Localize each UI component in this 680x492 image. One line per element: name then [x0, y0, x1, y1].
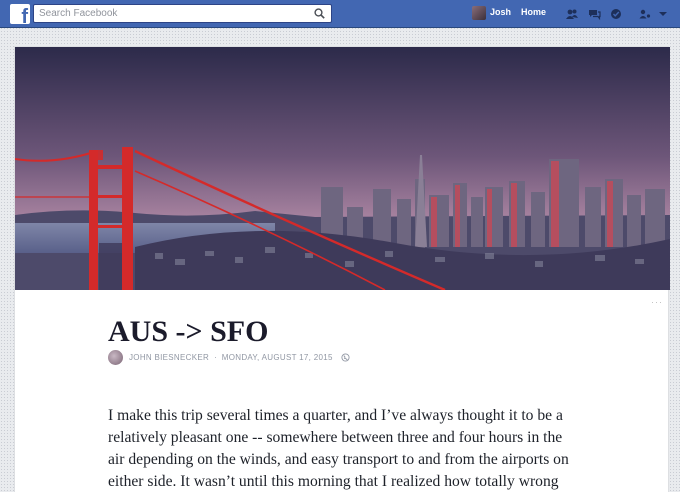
- post-options-button[interactable]: ···: [651, 297, 663, 307]
- profile-link[interactable]: Josh: [490, 7, 511, 17]
- account-menu-icon[interactable]: [656, 7, 670, 21]
- byline-separator: ·: [214, 352, 217, 362]
- home-link[interactable]: Home: [521, 7, 546, 17]
- post-card: ··· AUS -> SFO JOHN BIESNECKER · MONDAY,…: [14, 46, 670, 492]
- search-icon: [313, 8, 325, 19]
- globe-icon[interactable]: [341, 352, 350, 362]
- facebook-logo[interactable]: f: [10, 4, 30, 24]
- user-avatar[interactable]: [472, 6, 486, 20]
- post-date[interactable]: MONDAY, AUGUST 17, 2015: [222, 353, 333, 362]
- friend-requests-icon[interactable]: [565, 7, 579, 21]
- byline: JOHN BIESNECKER · MONDAY, AUGUST 17, 201…: [108, 349, 350, 365]
- search-box: [33, 4, 332, 23]
- post-body: I make this trip several times a quarter…: [108, 407, 569, 490]
- post-title: AUS -> SFO: [108, 315, 269, 348]
- search-button[interactable]: [307, 5, 331, 22]
- top-bar: f Josh Home: [0, 0, 680, 28]
- author-link[interactable]: JOHN BIESNECKER: [129, 353, 209, 362]
- author-avatar[interactable]: [108, 349, 123, 365]
- cover-photo: [15, 47, 670, 290]
- privacy-shortcuts-icon[interactable]: [638, 7, 652, 21]
- notifications-icon[interactable]: [609, 7, 623, 21]
- messages-icon[interactable]: [587, 7, 601, 21]
- search-input[interactable]: [34, 5, 304, 22]
- facebook-logo-letter: f: [21, 6, 28, 24]
